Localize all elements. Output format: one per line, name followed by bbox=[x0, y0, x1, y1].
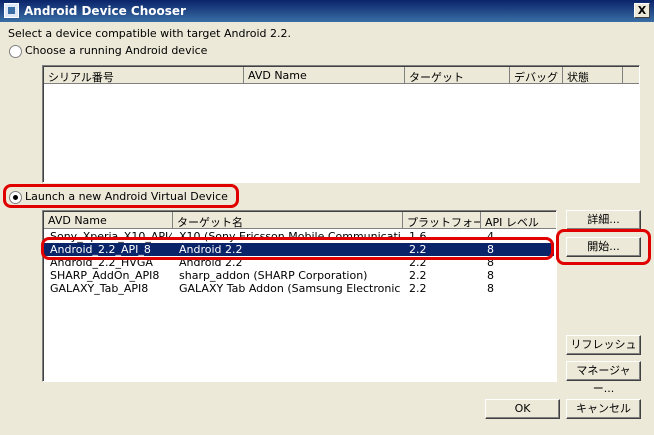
running-table-header: シリアル番号 AVD Name ターゲット デバッグ 状態 bbox=[44, 67, 639, 85]
cell-api: 8 bbox=[487, 282, 494, 295]
column-debug[interactable]: デバッグ bbox=[510, 67, 563, 84]
close-button[interactable]: X bbox=[634, 3, 650, 18]
running-devices-table[interactable]: シリアル番号 AVD Name ターゲット デバッグ 状態 bbox=[42, 65, 640, 183]
column-api-level[interactable]: API レベル bbox=[481, 212, 556, 229]
table-row[interactable]: SHARP_AddOn_API8 sharp_addon (SHARP Corp… bbox=[44, 269, 554, 282]
column-avd-name[interactable]: AVD Name bbox=[44, 212, 173, 229]
cell-avd-name: GALAXY_Tab_API8 bbox=[50, 282, 149, 295]
cell-api: 8 bbox=[487, 269, 494, 282]
cell-avd-name: Android_2.2_API_8 bbox=[50, 243, 151, 256]
instruction-text: Select a device compatible with target A… bbox=[8, 27, 291, 40]
radio-choose-running-label: Choose a running Android device bbox=[25, 44, 208, 57]
cell-avd-name: Sony_Xperia_X10_API4 bbox=[50, 230, 172, 243]
title-bar: Android Device Chooser X bbox=[0, 0, 654, 22]
column-filler bbox=[623, 67, 639, 84]
radio-choose-running[interactable] bbox=[9, 45, 22, 58]
avd-table[interactable]: AVD Name ターゲット名 プラットフォー... API レベル Sony_… bbox=[42, 210, 557, 382]
app-icon bbox=[4, 3, 19, 18]
table-row-selected[interactable]: Android_2.2_API_8 Android 2.2 2.2 8 bbox=[44, 243, 554, 256]
cell-target: Android 2.2 bbox=[179, 243, 243, 256]
table-row[interactable]: Sony_Xperia_X10_API4 X10 (Sony Ericsson … bbox=[44, 230, 554, 243]
details-button[interactable]: 詳細... bbox=[566, 210, 641, 230]
cell-avd-name: SHARP_AddOn_API8 bbox=[50, 269, 160, 282]
cell-platform: 2.2 bbox=[409, 282, 427, 295]
cell-target: Android 2.2 bbox=[179, 256, 243, 269]
manager-button[interactable]: マネージャー... bbox=[566, 361, 641, 395]
cell-target: GALAXY Tab Addon (Samsung Electronic... bbox=[179, 282, 401, 295]
cell-target: sharp_addon (SHARP Corporation) bbox=[179, 269, 368, 282]
refresh-button[interactable]: リフレッシュ bbox=[566, 335, 641, 355]
start-button[interactable]: 開始... bbox=[566, 237, 641, 257]
radio-launch-avd[interactable] bbox=[9, 191, 22, 204]
column-target-name[interactable]: ターゲット名 bbox=[173, 212, 403, 229]
avd-table-header: AVD Name ターゲット名 プラットフォー... API レベル bbox=[44, 212, 556, 230]
cell-api: 8 bbox=[487, 243, 494, 256]
column-platform[interactable]: プラットフォー... bbox=[403, 212, 481, 229]
window-title: Android Device Chooser bbox=[24, 4, 186, 18]
cell-platform: 1.6 bbox=[409, 230, 427, 243]
column-avd-name[interactable]: AVD Name bbox=[244, 67, 405, 84]
cell-platform: 2.2 bbox=[409, 243, 427, 256]
cell-api: 4 bbox=[487, 230, 494, 243]
column-target[interactable]: ターゲット bbox=[405, 67, 510, 84]
radio-launch-avd-label: Launch a new Android Virtual Device bbox=[25, 190, 228, 203]
cell-target: X10 (Sony Ericsson Mobile Communicatio..… bbox=[179, 230, 401, 243]
ok-button[interactable]: OK bbox=[485, 399, 560, 419]
cell-platform: 2.2 bbox=[409, 269, 427, 282]
cancel-button[interactable]: キャンセル bbox=[566, 399, 641, 419]
table-row[interactable]: GALAXY_Tab_API8 GALAXY Tab Addon (Samsun… bbox=[44, 282, 554, 295]
cell-platform: 2.2 bbox=[409, 256, 427, 269]
column-state[interactable]: 状態 bbox=[563, 67, 623, 84]
cell-api: 8 bbox=[487, 256, 494, 269]
table-row[interactable]: Android_2.2_HVGA Android 2.2 2.2 8 bbox=[44, 256, 554, 269]
column-serial[interactable]: シリアル番号 bbox=[44, 67, 244, 84]
cell-avd-name: Android_2.2_HVGA bbox=[50, 256, 153, 269]
